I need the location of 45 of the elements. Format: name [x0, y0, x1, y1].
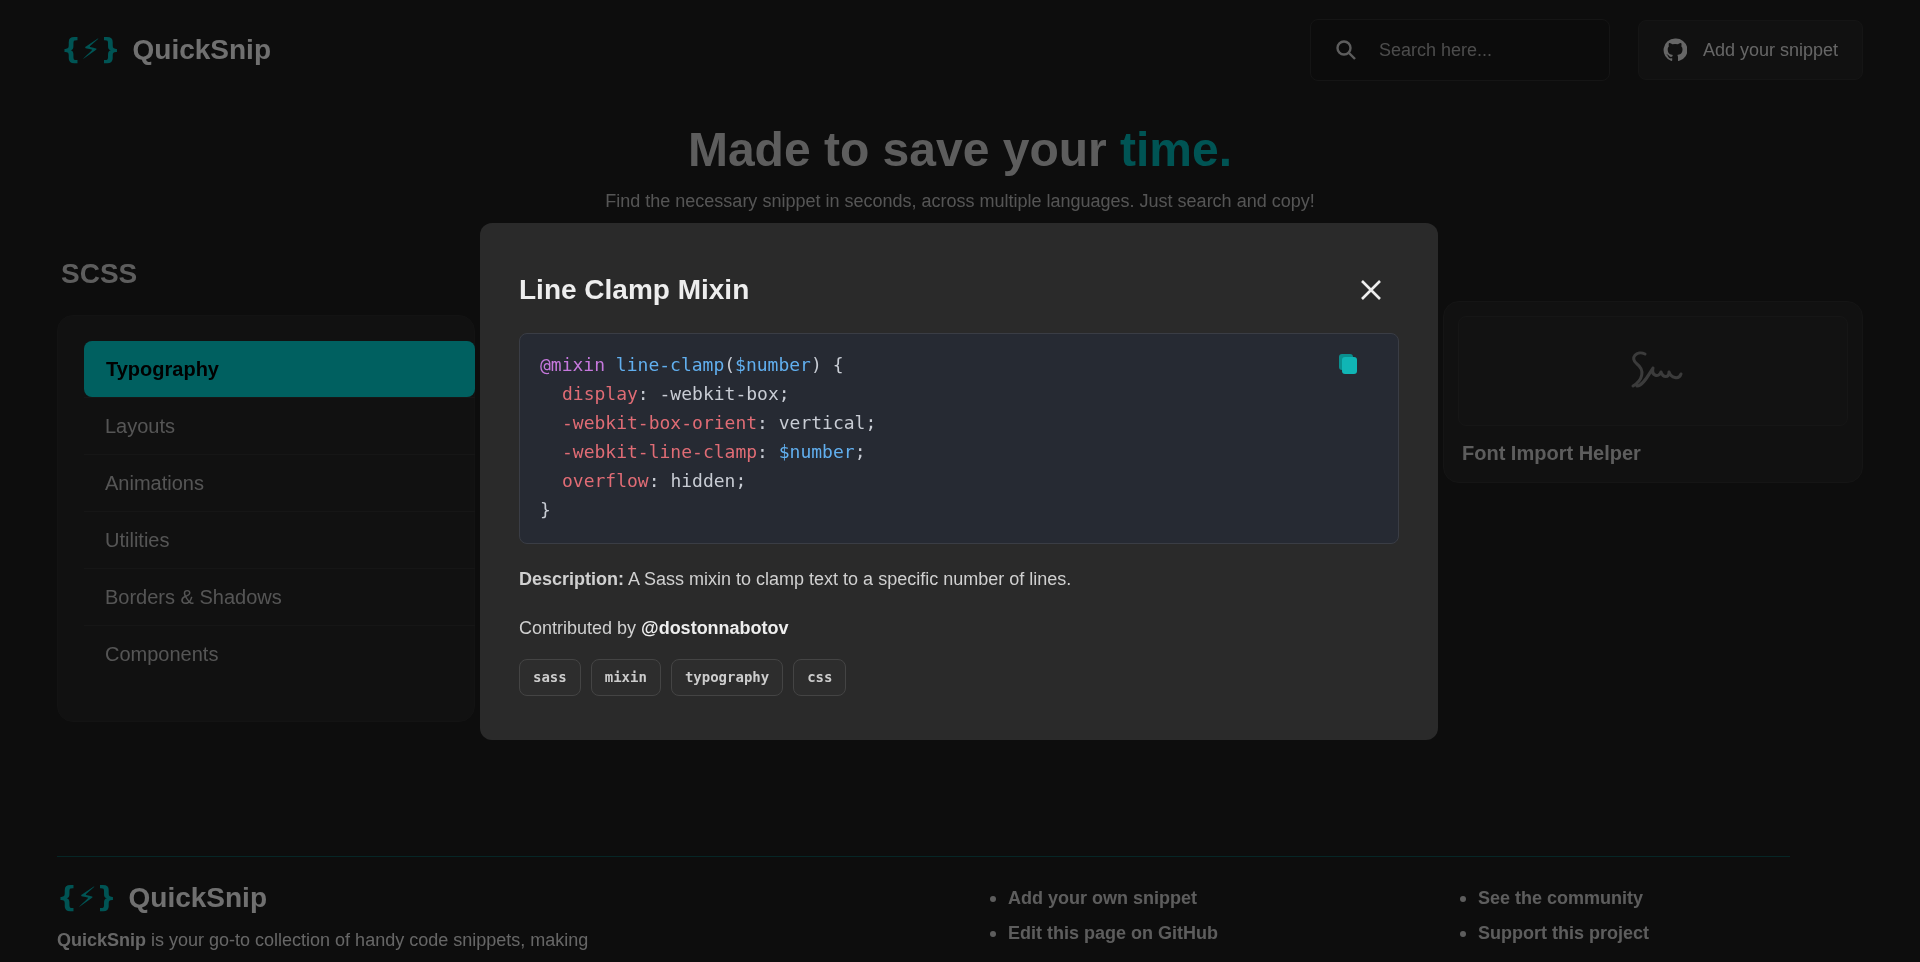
logo-text: QuickSnip — [128, 881, 267, 915]
category-item[interactable]: Layouts — [84, 397, 475, 454]
snippet-description: Description: A Sass mixin to clamp text to a specific number of lines. — [519, 568, 1073, 591]
copy-button[interactable] — [1338, 354, 1358, 374]
bullet-icon — [990, 930, 996, 937]
tag[interactable]: mixin — [590, 659, 661, 696]
code-line: display: -webkit-box; — [561, 382, 790, 406]
code-line: } — [540, 498, 551, 522]
code-line: -webkit-line-clamp: $number; — [561, 440, 866, 464]
snippet-card[interactable]: Font Import Helper — [1443, 301, 1863, 483]
contributor-line: Contributed by @dostonnabotov — [519, 617, 790, 640]
copy-icon — [1339, 354, 1357, 374]
logo-icon: {⚡} — [61, 29, 121, 71]
search-field[interactable]: Search here... — [1309, 19, 1610, 81]
add-snippet-button[interactable]: Add your snippet — [1637, 20, 1863, 80]
category-item[interactable]: Borders & Shadows — [84, 568, 475, 625]
tag[interactable]: sass — [519, 659, 581, 696]
code-line: @mixin line-clamp($number) { — [540, 353, 844, 377]
tag[interactable]: css — [793, 659, 847, 696]
language-heading: SCSS — [61, 257, 138, 291]
close-icon — [1360, 279, 1382, 301]
modal-title: Line Clamp Mixin — [519, 273, 750, 307]
footer-link[interactable]: See the community — [1478, 885, 1644, 912]
category-item[interactable]: Components — [84, 625, 475, 682]
footer-link[interactable]: Add your own snippet — [1008, 885, 1197, 912]
footer-link[interactable]: Support this project — [1478, 920, 1649, 947]
logo-icon: {⚡} — [57, 877, 117, 919]
category-item[interactable]: Utilities — [84, 511, 475, 568]
card-title: Font Import Helper — [1461, 441, 1642, 466]
bullet-icon — [1460, 895, 1466, 902]
logo-text[interactable]: QuickSnip — [132, 29, 271, 71]
footer-link[interactable]: Edit this page on GitHub — [1008, 920, 1218, 947]
hero-title: Made to save your time. — [686, 122, 1234, 178]
bullet-icon — [990, 895, 996, 902]
code-line: -webkit-box-orient: vertical; — [561, 411, 877, 435]
tag[interactable]: typography — [670, 659, 784, 696]
search-icon — [1333, 38, 1358, 62]
code-line: overflow: hidden; — [561, 469, 747, 493]
category-item[interactable]: Animations — [84, 454, 475, 511]
footer-description: QuickSnip is your go-to collection of handy code snippets, making — [57, 929, 590, 952]
bullet-icon — [1460, 930, 1466, 937]
category-item[interactable]: Typography — [84, 341, 475, 397]
github-icon — [1662, 38, 1687, 62]
hero-subtitle: Find the necessary snippet in seconds, across multiple languages. Just search and copy! — [604, 190, 1316, 213]
author-link[interactable]: @dostonnabotov — [641, 618, 789, 638]
